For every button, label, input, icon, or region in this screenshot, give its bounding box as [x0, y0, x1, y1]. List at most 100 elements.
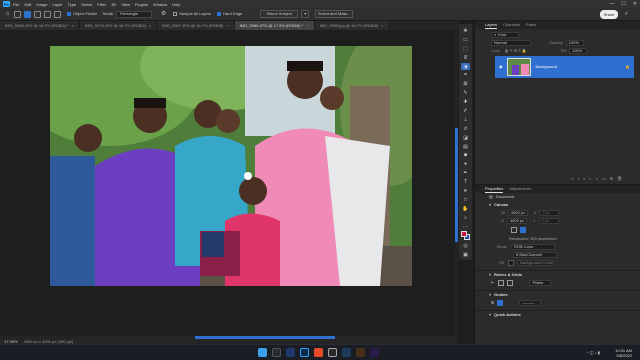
rectangle-tool-icon[interactable]: □ [461, 196, 470, 204]
frame-tool-icon[interactable]: ⊠ [461, 80, 470, 88]
document-image[interactable] [50, 46, 412, 286]
select-subject-button[interactable]: Select Subject [260, 10, 299, 18]
fill-swatch[interactable] [508, 260, 515, 266]
file-explorer-icon[interactable] [286, 348, 295, 357]
tab-channels[interactable]: Channels [503, 21, 520, 29]
fill-field[interactable]: 100% [568, 48, 587, 54]
eye-icon[interactable]: ◉ [499, 65, 503, 69]
vertical-scroll-thumb[interactable] [455, 128, 458, 242]
system-clock[interactable]: 10:31 AM 9/8/2022 [615, 348, 632, 358]
menu-type[interactable]: Type [68, 2, 77, 7]
select-subject-dropdown[interactable]: ▾ [301, 10, 310, 18]
crop-tool-icon[interactable]: ⌗ [461, 71, 470, 79]
close-icon[interactable]: × [72, 23, 74, 28]
add-selection-icon[interactable] [34, 10, 41, 18]
close-icon[interactable]: × [381, 23, 383, 28]
more-tools-icon[interactable]: ··· [461, 223, 470, 231]
tray-icons[interactable]: ^ ◫ ♪ ▮ [587, 350, 600, 355]
intersect-selection-icon[interactable] [54, 10, 61, 18]
kind-filter-select[interactable]: ⌕ Kind [491, 32, 519, 38]
menu-edit[interactable]: Edit [24, 2, 31, 7]
tab-doc-2[interactable]: IMG_9976.JPG @ 16.7% (RGB/8) × [79, 21, 158, 30]
guides-section-header[interactable]: ▾ Guides [475, 290, 640, 298]
blur-tool-icon[interactable]: ◆ [461, 151, 470, 159]
tab-doc-4[interactable]: IMG_9989.JPG @ 17.9% (RGB/8) * × [234, 21, 315, 30]
close-icon[interactable]: × [306, 23, 308, 28]
premiere-icon[interactable] [370, 348, 379, 357]
close-icon[interactable]: ✕ [633, 1, 637, 7]
smart-guides-icon[interactable] [497, 300, 504, 306]
menu-filter[interactable]: Filter [97, 2, 106, 7]
ruler-units-select[interactable]: Pixels [529, 280, 552, 286]
eraser-tool-icon[interactable]: ◪ [461, 134, 470, 142]
tab-layers[interactable]: Layers [485, 21, 498, 29]
object-selection-tool-icon[interactable]: ⬗ [461, 62, 470, 71]
healing-tool-icon[interactable]: ✚ [461, 98, 470, 106]
edge-icon[interactable] [314, 348, 323, 357]
path-selection-tool-icon[interactable]: ➤ [461, 187, 470, 195]
menu-layer[interactable]: Layer [52, 2, 62, 7]
menu-window[interactable]: Window [153, 2, 167, 7]
quick-mask-icon[interactable]: ◎ [461, 242, 470, 250]
screen-mode-icon[interactable]: ▣ [461, 251, 470, 259]
marquee-tool-icon[interactable]: ⬚ [461, 45, 470, 53]
color-swatches[interactable] [461, 231, 470, 241]
object-finder-toggle[interactable]: Object Finder [67, 12, 97, 16]
foreground-color-swatch[interactable] [461, 231, 467, 238]
bit-depth-select[interactable]: 8 Bits/Channel [513, 252, 557, 258]
dodge-tool-icon[interactable]: ● [461, 160, 470, 168]
hard-edge-checkbox[interactable]: Hard Edge [217, 12, 242, 16]
fill-select[interactable]: Background Color [517, 260, 554, 266]
close-icon[interactable]: × [149, 23, 151, 28]
guide-style-select[interactable]: ——— [519, 300, 542, 306]
share-button[interactable]: Share [600, 10, 618, 19]
gear-icon[interactable]: ⚙ [160, 11, 167, 18]
tool-preset-icon[interactable] [14, 10, 21, 18]
move-tool-icon[interactable]: ✥ [461, 27, 470, 35]
menu-image[interactable]: Image [36, 2, 47, 7]
opacity-field[interactable]: 100% [565, 40, 584, 46]
menu-view[interactable]: View [121, 2, 130, 7]
tab-adjustments[interactable]: Adjustments [509, 185, 531, 193]
new-layer-icon[interactable]: ⊞ [610, 176, 617, 181]
height-field[interactable]: 4000 px [506, 218, 527, 224]
home-icon[interactable]: ⌂ [4, 11, 11, 18]
clone-stamp-tool-icon[interactable]: ⊥ [461, 116, 470, 124]
photoshop-icon[interactable] [300, 348, 309, 357]
gradient-tool-icon[interactable]: ▤ [461, 143, 470, 151]
select-and-mask-button[interactable]: Select and Mask... [315, 10, 354, 18]
menu-file[interactable]: File [13, 2, 19, 7]
subtract-selection-icon[interactable] [44, 10, 51, 18]
canvas-section-header[interactable]: ▾ Canvas [475, 201, 640, 209]
link-layers-icon[interactable]: ∞ [571, 176, 578, 181]
grid-alt-icon[interactable] [507, 280, 514, 286]
y-field[interactable]: 0 px [538, 218, 559, 224]
brush-tool-icon[interactable]: ✐ [461, 107, 470, 115]
lightroom-icon[interactable] [342, 348, 351, 357]
close-icon[interactable]: × [226, 23, 228, 28]
landscape-icon[interactable] [520, 227, 526, 233]
search-icon[interactable]: ⌕ [625, 11, 628, 17]
new-group-icon[interactable]: ▭ [602, 176, 610, 181]
hand-tool-icon[interactable]: ✋ [461, 205, 470, 213]
eyedropper-tool-icon[interactable]: ✎ [461, 89, 470, 97]
rulers-section-header[interactable]: ▾ Rulers & Grids [475, 270, 640, 278]
artboard-tool-icon[interactable]: ▭ [461, 36, 470, 44]
search-icon[interactable] [272, 348, 281, 357]
width-field[interactable]: 4000 px [507, 210, 528, 216]
new-selection-icon[interactable] [24, 10, 31, 18]
sample-all-layers-checkbox[interactable]: Sample All Layers [173, 12, 211, 16]
portrait-icon[interactable] [511, 227, 517, 233]
color-mode-select[interactable]: RGB Color [511, 244, 556, 250]
mode-select[interactable]: Rectangle [116, 10, 153, 18]
menu-3d[interactable]: 3D [111, 2, 116, 7]
tab-doc-3[interactable]: IMG_9987.JPG @ 16.7% (RGB/8) × [157, 21, 235, 30]
tab-properties[interactable]: Properties [485, 185, 504, 193]
tab-doc-5[interactable]: IMG_9998.jpg @ 16.7% (RGB/8) × [314, 21, 390, 30]
maximize-icon[interactable]: ☐ [621, 1, 625, 7]
x-field[interactable]: 0 px [539, 210, 560, 216]
tab-paths[interactable]: Paths [526, 21, 536, 29]
quick-actions-section-header[interactable]: ▾ Quick Actions [475, 310, 640, 318]
minimize-icon[interactable]: — [609, 1, 614, 7]
pen-tool-icon[interactable]: ✒ [461, 169, 470, 177]
